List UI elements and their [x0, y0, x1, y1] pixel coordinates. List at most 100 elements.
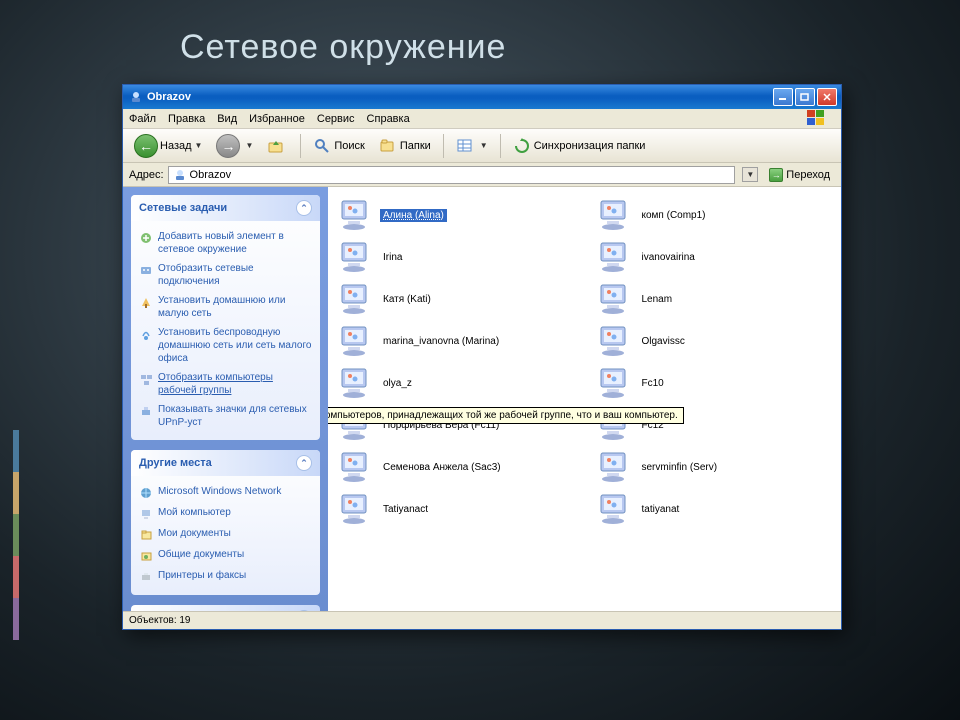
- place-item[interactable]: Общие документы: [139, 545, 312, 566]
- computer-label: Алина (Alina): [380, 209, 447, 222]
- menu-file[interactable]: Файл: [129, 113, 156, 125]
- address-label: Адрес:: [129, 169, 164, 181]
- task-label: Отобразить сетевые подключения: [158, 262, 312, 288]
- place-icon: [139, 486, 153, 500]
- separator: [500, 134, 501, 158]
- task-item[interactable]: Отобразить сетевые подключения: [139, 259, 312, 291]
- computer-icon: [338, 241, 374, 273]
- place-icon: [139, 507, 153, 521]
- computer-label: tatiyanat: [639, 503, 683, 516]
- status-bar: Объектов: 19: [123, 611, 841, 629]
- menu-favorites[interactable]: Избранное: [249, 113, 305, 125]
- network-icon: [173, 168, 187, 182]
- close-button[interactable]: [817, 88, 837, 106]
- computer-icon: [597, 199, 633, 231]
- task-item[interactable]: Установить беспроводную домашнюю сеть ил…: [139, 323, 312, 368]
- task-label: Показывать значки для сетевых UPnP-уст: [158, 403, 312, 429]
- computer-item[interactable]: Fc10: [595, 365, 834, 401]
- place-label: Мой компьютер: [158, 506, 231, 519]
- place-item[interactable]: Мой компьютер: [139, 503, 312, 524]
- computer-item[interactable]: servminfin (Serv): [595, 449, 834, 485]
- computer-icon: [597, 367, 633, 399]
- search-button[interactable]: Поиск: [308, 135, 369, 157]
- slide-accent: [13, 430, 19, 640]
- computer-label: marina_ivanovna (Marina): [380, 335, 502, 348]
- views-button[interactable]: ▼: [451, 135, 493, 157]
- computer-item[interactable]: Irina: [336, 239, 575, 275]
- computer-label: olya_z: [380, 377, 415, 390]
- back-button[interactable]: ← Назад ▼: [129, 132, 207, 160]
- task-item[interactable]: Отобразить компьютеры рабочей группы: [139, 368, 312, 400]
- computer-item[interactable]: Olgavissc: [595, 323, 834, 359]
- tooltip: Отображение компьютеров, принадлежащих т…: [328, 407, 684, 424]
- place-icon: [139, 549, 153, 563]
- chevron-down-icon: ▼: [245, 141, 253, 150]
- menu-tools[interactable]: Сервис: [317, 113, 355, 125]
- forward-button[interactable]: → ▼: [211, 132, 258, 160]
- computer-item[interactable]: Алина (Alina): [336, 197, 575, 233]
- other-places-header[interactable]: Другие места ⌃: [131, 450, 320, 476]
- computer-item[interactable]: marina_ivanovna (Marina): [336, 323, 575, 359]
- computer-icon: [597, 325, 633, 357]
- task-label: Установить беспроводную домашнюю сеть ил…: [158, 326, 312, 365]
- maximize-button[interactable]: [795, 88, 815, 106]
- menu-view[interactable]: Вид: [217, 113, 237, 125]
- computer-item[interactable]: комп (Comp1): [595, 197, 834, 233]
- titlebar[interactable]: Obrazov: [123, 85, 841, 109]
- computer-label: Катя (Kati): [380, 293, 434, 306]
- place-item[interactable]: Мои документы: [139, 524, 312, 545]
- place-item[interactable]: Microsoft Windows Network: [139, 482, 312, 503]
- computer-icon: [338, 367, 374, 399]
- place-item[interactable]: Принтеры и факсы: [139, 566, 312, 587]
- forward-icon: →: [216, 134, 240, 158]
- address-input[interactable]: Obrazov: [168, 166, 736, 184]
- menu-help[interactable]: Справка: [367, 113, 410, 125]
- computer-item[interactable]: Lenam: [595, 281, 834, 317]
- computer-label: ivanovairina: [639, 251, 698, 264]
- minimize-button[interactable]: [773, 88, 793, 106]
- network-tasks-header[interactable]: Сетевые задачи ⌃: [131, 195, 320, 221]
- computer-icon: [338, 325, 374, 357]
- search-icon: [313, 137, 331, 155]
- sync-label: Синхронизация папки: [534, 140, 646, 152]
- task-pane: Сетевые задачи ⌃ Добавить новый элемент …: [123, 187, 328, 611]
- computer-icon: [338, 451, 374, 483]
- search-label: Поиск: [334, 140, 364, 152]
- computer-item[interactable]: Tatiyanact: [336, 491, 575, 527]
- computer-item[interactable]: Семенова Анжела (Sac3): [336, 449, 575, 485]
- computer-item[interactable]: olya_z: [336, 365, 575, 401]
- computer-item[interactable]: ivanovairina: [595, 239, 834, 275]
- network-tasks-panel: Сетевые задачи ⌃ Добавить новый элемент …: [131, 195, 320, 440]
- sync-button[interactable]: Синхронизация папки: [508, 135, 651, 157]
- panel-title: Другие места: [139, 457, 212, 469]
- task-item[interactable]: Добавить новый элемент в сетевое окружен…: [139, 227, 312, 259]
- computer-label: servminfin (Serv): [639, 461, 721, 474]
- folder-up-icon: [267, 137, 285, 155]
- computer-label: комп (Comp1): [639, 209, 709, 222]
- window-title: Obrazov: [147, 91, 191, 103]
- place-label: Microsoft Windows Network: [158, 485, 281, 498]
- computer-label: Fc10: [639, 377, 667, 390]
- sync-icon: [513, 137, 531, 155]
- address-bar: Адрес: Obrazov ▼ → Переход: [123, 163, 841, 187]
- menu-edit[interactable]: Правка: [168, 113, 205, 125]
- other-places-panel: Другие места ⌃ Microsoft Windows Network…: [131, 450, 320, 595]
- task-item[interactable]: Показывать значки для сетевых UPnP-уст: [139, 400, 312, 432]
- up-button[interactable]: [262, 135, 293, 157]
- slide-title: Сетевое окружение: [180, 28, 506, 67]
- go-button[interactable]: → Переход: [764, 167, 835, 183]
- computer-item[interactable]: Катя (Kati): [336, 281, 575, 317]
- place-label: Принтеры и факсы: [158, 569, 246, 582]
- address-dropdown-icon[interactable]: ▼: [742, 167, 758, 182]
- computer-icon: [597, 283, 633, 315]
- collapse-icon: ⌃: [296, 455, 312, 471]
- folders-button[interactable]: Папки: [374, 135, 436, 157]
- computer-item[interactable]: tatiyanat: [595, 491, 834, 527]
- computer-label: Семенова Анжела (Sac3): [380, 461, 504, 474]
- chevron-down-icon: ▼: [480, 141, 488, 150]
- computer-icon: [597, 451, 633, 483]
- task-item[interactable]: Установить домашнюю или малую сеть: [139, 291, 312, 323]
- network-neighborhood-icon: [129, 90, 143, 104]
- content-pane[interactable]: Алина (Alina) комп (Comp1) Irina ivanovairi…: [328, 187, 841, 611]
- computer-icon: [338, 493, 374, 525]
